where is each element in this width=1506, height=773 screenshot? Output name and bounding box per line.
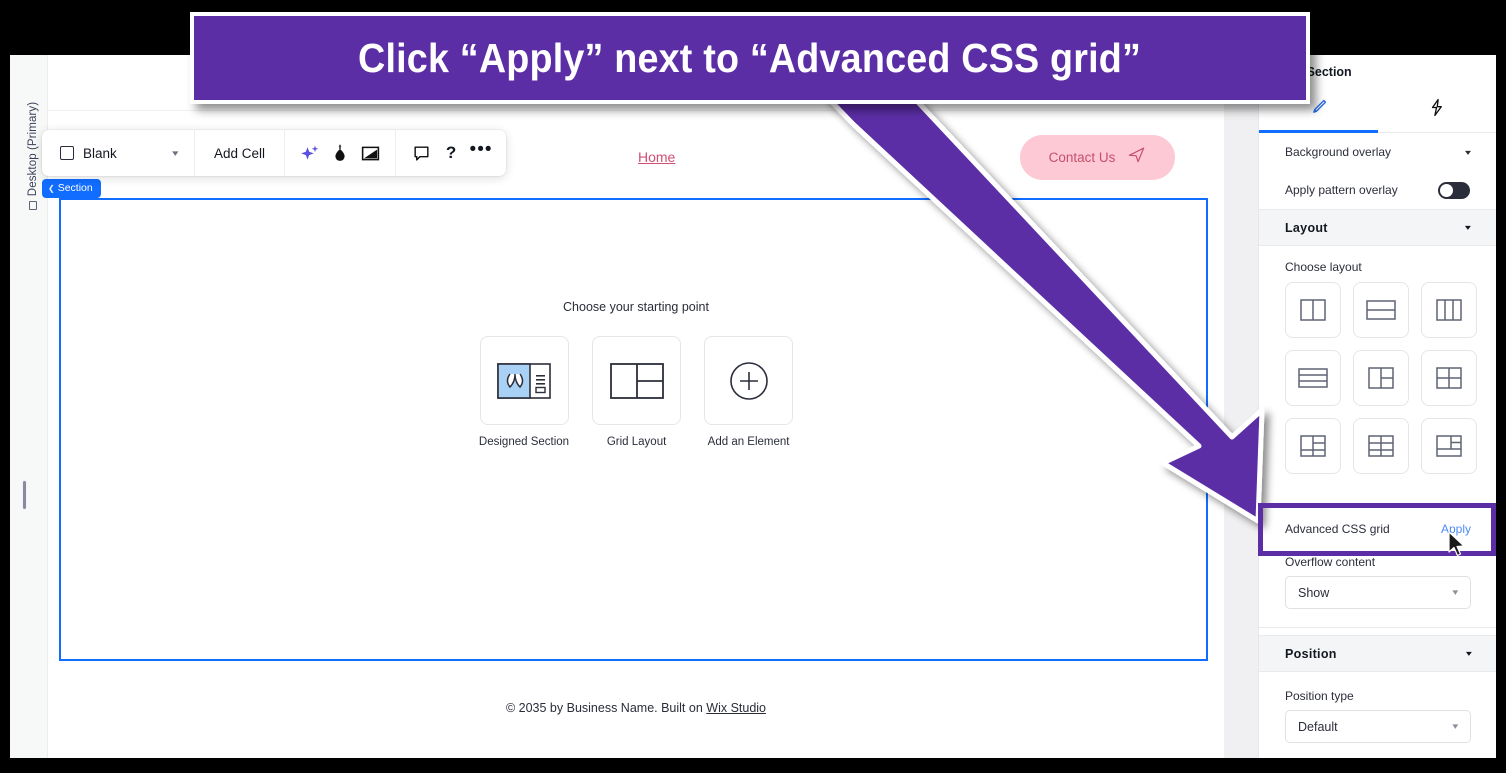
position-type-select[interactable]: Default ▾ <box>1285 710 1471 743</box>
chevron-down-icon: ▾ <box>1464 147 1472 157</box>
layout-tile-two-columns[interactable] <box>1285 282 1341 338</box>
viewport-label-text: Desktop (Primary) <box>27 101 39 197</box>
contact-us-label: Contact Us <box>1048 149 1116 165</box>
position-type-value: Default <box>1298 719 1338 734</box>
footer-link-wix-studio[interactable]: Wix Studio <box>706 701 766 715</box>
six-cells-icon <box>1368 435 1394 457</box>
chevron-down-icon: ▾ <box>1464 223 1472 232</box>
layout-tile-six-cells[interactable] <box>1353 418 1409 474</box>
overflow-content-select[interactable]: Show ▾ <box>1285 576 1471 609</box>
instruction-callout: Click “Apply” next to “Advanced CSS grid… <box>190 12 1310 104</box>
starting-point-card-add-element: Add an Element <box>704 336 794 448</box>
position-section: Position ▾ Position type Default ▾ <box>1259 635 1496 743</box>
layout-tile-two-rows[interactable] <box>1353 282 1409 338</box>
choose-layout-label: Choose layout <box>1285 260 1362 274</box>
layout-tiles-grid <box>1259 282 1496 474</box>
resize-media-icon[interactable] <box>355 138 385 168</box>
chevron-down-icon: ▾ <box>1465 649 1473 658</box>
toolbar-group-tools <box>285 130 397 176</box>
more-options-icon[interactable]: ••• <box>466 138 496 168</box>
overflow-content-field: Overflow content Show ▾ <box>1259 555 1496 628</box>
canvas-left-resize-handle[interactable] <box>22 480 27 510</box>
ai-sparkle-icon[interactable] <box>295 138 325 168</box>
overflow-content-value: Show <box>1298 585 1330 600</box>
starting-point-label: Grid Layout <box>606 436 667 448</box>
two-rows-icon <box>1366 300 1396 320</box>
add-element-tile[interactable] <box>704 336 794 425</box>
left-large-right-split-icon <box>1300 435 1326 457</box>
toolbar-group-add-cell: Add Cell <box>195 130 286 176</box>
starting-point-label: Designed Section <box>478 436 570 448</box>
starting-point-card-grid-layout: Grid Layout <box>592 336 682 448</box>
help-icon[interactable]: ? <box>436 138 466 168</box>
position-heading: Position <box>1285 646 1337 661</box>
four-quadrants-icon <box>1436 367 1462 389</box>
row-background-overlay[interactable]: Background overlay ▾ <box>1259 133 1496 171</box>
screenshot-root: Desktop (Primary) Home Contact Us Choose… <box>0 0 1506 773</box>
wix-studio-editor: Desktop (Primary) Home Contact Us Choose… <box>10 55 1496 758</box>
choose-starting-point: Choose your starting point Designed Sect… <box>48 300 1224 448</box>
row-apply-pattern-overlay[interactable]: Apply pattern overlay <box>1259 171 1496 209</box>
position-type-label: Position type <box>1285 689 1354 703</box>
instruction-text: Click “Apply” next to “Advanced CSS grid… <box>358 34 1142 81</box>
section-header-position[interactable]: Position ▾ <box>1259 635 1496 672</box>
starting-point-card-designed-section: Designed Section <box>479 336 569 448</box>
paint-dropper-icon[interactable] <box>325 138 355 168</box>
designed-section-tile[interactable] <box>479 336 569 425</box>
layout-tile-left-column-split-right[interactable] <box>1353 350 1409 406</box>
section-floating-toolbar: Blank ▾ Add Cell ? ••• <box>42 130 507 176</box>
toggle-knob <box>1440 183 1453 197</box>
starting-point-cards: Designed Section Grid Layout Add an Elem… <box>479 336 794 448</box>
desktop-icon <box>29 201 37 211</box>
site-footer: © 2035 by Business Name. Built on Wix St… <box>48 701 1224 715</box>
layout-tile-four-quadrants[interactable] <box>1421 350 1477 406</box>
mouse-cursor-icon <box>1448 531 1465 557</box>
chevron-down-icon: ▾ <box>172 147 179 158</box>
chevron-down-icon: ▾ <box>1452 587 1459 597</box>
layout-tile-three-columns[interactable] <box>1421 282 1477 338</box>
section-header-layout[interactable]: Layout ▾ <box>1259 209 1496 246</box>
starting-point-label: Add an Element <box>707 436 790 448</box>
starting-point-title: Choose your starting point <box>563 300 709 314</box>
section-breadcrumb-chip[interactable]: ❮ Section <box>42 179 101 198</box>
nav-link-home[interactable]: Home <box>638 149 675 165</box>
two-columns-icon <box>1300 299 1326 321</box>
background-overlay-label: Background overlay <box>1285 145 1392 159</box>
panel-gutter <box>1224 55 1258 758</box>
designed-section-icon <box>497 362 551 399</box>
layout-preset-select[interactable]: Blank ▾ <box>52 146 184 161</box>
comment-icon[interactable] <box>406 138 436 168</box>
contact-us-button[interactable]: Contact Us <box>1020 134 1175 180</box>
plus-circle-icon <box>729 361 768 400</box>
chevron-down-icon: ▾ <box>1452 721 1459 731</box>
tab-interactions[interactable] <box>1378 88 1497 132</box>
paintbrush-icon <box>1308 98 1328 123</box>
add-cell-button[interactable]: Add Cell <box>205 146 274 161</box>
three-columns-icon <box>1436 299 1462 321</box>
grid-layout-icon <box>609 362 664 399</box>
layout-heading: Layout <box>1285 220 1328 235</box>
layout-tile-three-rows[interactable] <box>1285 350 1341 406</box>
left-column-split-right-icon <box>1368 367 1394 389</box>
three-rows-icon <box>1298 368 1328 388</box>
paper-plane-icon <box>1127 145 1146 169</box>
section-chip-label: Section <box>57 182 93 194</box>
viewport-label[interactable]: Desktop (Primary) <box>27 86 39 226</box>
layout-preset-label: Blank <box>83 145 117 161</box>
square-outline-icon <box>60 146 74 160</box>
apply-pattern-overlay-toggle[interactable] <box>1438 181 1470 199</box>
layout-tile-top-split-bottom-row[interactable] <box>1421 418 1477 474</box>
lightning-bolt-icon <box>1427 97 1446 123</box>
inspector-panel: ❯ Section <box>1258 55 1496 758</box>
panel-breadcrumb-label: Section <box>1306 64 1352 79</box>
top-split-bottom-row-icon <box>1436 435 1462 457</box>
toolbar-group-preset: Blank ▾ <box>42 130 195 176</box>
panel-divider <box>1259 627 1496 628</box>
apply-pattern-overlay-label: Apply pattern overlay <box>1285 183 1398 197</box>
chevron-left-icon: ❮ <box>48 183 55 193</box>
layout-tile-left-large-right-split[interactable] <box>1285 418 1341 474</box>
toolbar-group-help: ? ••• <box>396 130 506 176</box>
grid-layout-tile[interactable] <box>592 336 682 425</box>
footer-text: © 2035 by Business Name. Built on <box>505 701 707 715</box>
